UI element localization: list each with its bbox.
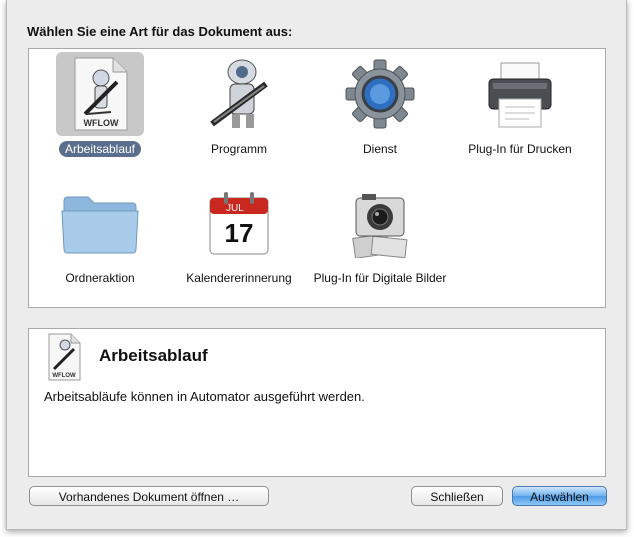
folder-icon [56, 181, 144, 265]
gear-icon [336, 52, 424, 136]
template-label: Plug-In für Drucken [468, 142, 572, 156]
workflow-document-icon: WFLOW [56, 52, 144, 136]
open-existing-document-button[interactable]: Vorhandenes Dokument öffnen … [29, 486, 269, 506]
template-label: Ordneraktion [65, 271, 135, 285]
description-panel: WFLOW Arbeitsablauf Arbeitsabläufe könne… [28, 328, 606, 477]
template-label: Plug-In für Digitale Bilder [313, 271, 447, 285]
calendar-day: 17 [225, 218, 254, 248]
template-label: Arbeitsablauf [58, 141, 142, 157]
template-grid: WFLOW Arbeitsablauf Programm Dienst Plug… [28, 48, 606, 308]
camera-icon [336, 181, 424, 265]
close-button[interactable]: Schließen [411, 486, 503, 506]
choose-button[interactable]: Auswählen [512, 486, 607, 506]
template-chooser-sheet: Wählen Sie eine Art für das Dokument aus… [6, 0, 627, 530]
template-label: Dienst [362, 142, 397, 156]
calendar-icon: JUL 17 [195, 181, 283, 265]
description-text: Arbeitsabläufe können in Automator ausge… [44, 389, 365, 404]
automator-robot-icon [195, 52, 283, 136]
printer-icon [476, 52, 564, 136]
workflow-document-icon: WFLOW [45, 333, 83, 386]
template-label: Programm [210, 142, 267, 156]
workflow-badge: WFLOW [84, 118, 119, 128]
description-title: Arbeitsablauf [99, 346, 208, 365]
prompt-label: Wählen Sie eine Art für das Dokument aus… [27, 24, 293, 39]
template-label: Kalendererinnerung [186, 271, 292, 285]
calendar-month: JUL [226, 203, 244, 214]
workflow-badge: WFLOW [52, 373, 76, 379]
